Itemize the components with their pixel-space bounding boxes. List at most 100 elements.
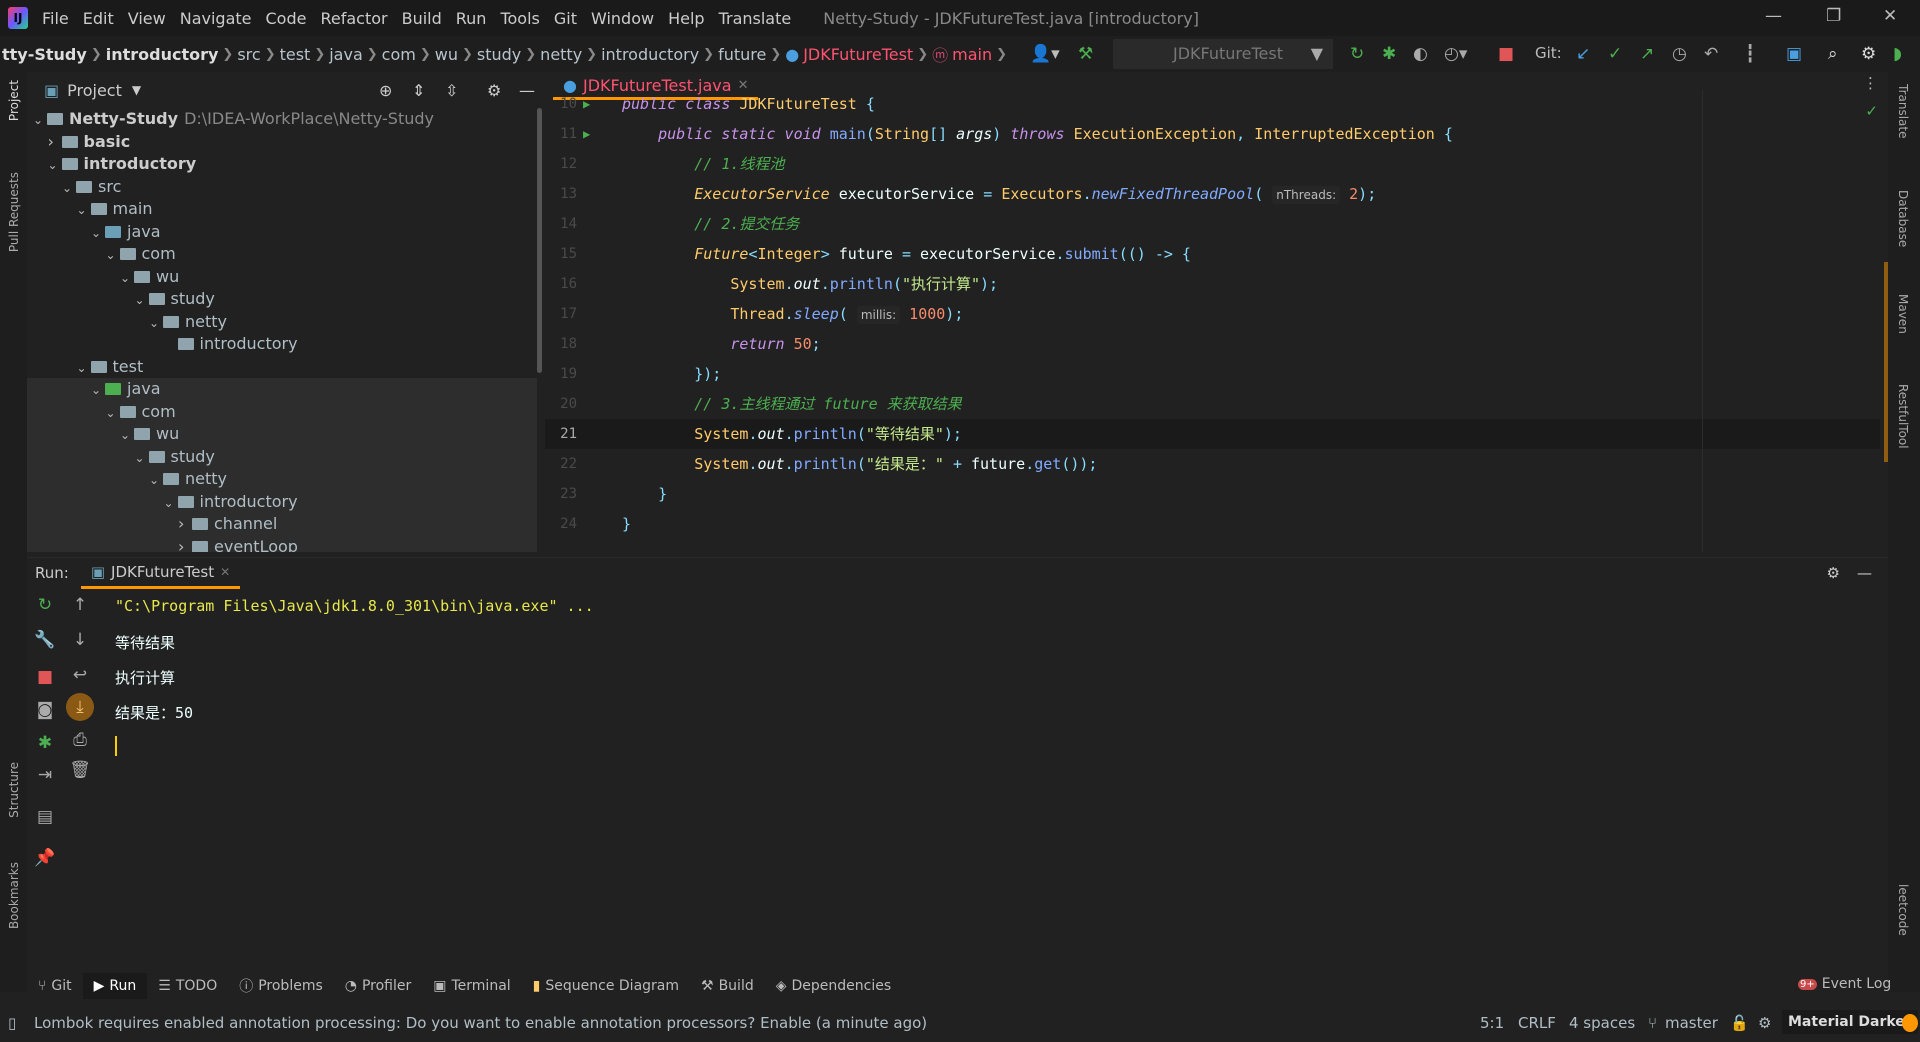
tree-item[interactable]: ⌄ Netty-Study D:\IDEA-WorkPlace\Netty-Stud… xyxy=(27,108,537,131)
restore-button[interactable]: ❐ xyxy=(1826,6,1841,26)
menu-code[interactable]: Code xyxy=(266,9,307,28)
chevron-right-icon[interactable]: › xyxy=(178,536,192,553)
project-tool-button[interactable]: Project xyxy=(7,80,21,121)
git-push-icon[interactable]: ↗ xyxy=(1640,44,1654,64)
expand-all-icon[interactable]: ⇕ xyxy=(412,81,425,100)
history-icon[interactable]: ◷ xyxy=(1672,44,1687,64)
pin-icon[interactable]: 📌 xyxy=(33,848,57,868)
chevron-down-icon[interactable]: ⌄ xyxy=(149,312,163,335)
maven-tool-button[interactable]: Maven xyxy=(1896,294,1910,334)
tree-item[interactable]: ⌄ com xyxy=(27,400,537,425)
code-line[interactable]: 13 ExecutorService executorService = Exe… xyxy=(545,179,1880,209)
tree-item[interactable]: ⌄ netty xyxy=(27,311,537,334)
menu-refactor[interactable]: Refactor xyxy=(320,9,387,28)
tool-tab-terminal[interactable]: ▣ Terminal xyxy=(422,973,521,999)
menu-file[interactable]: File xyxy=(42,9,69,28)
console-caret[interactable] xyxy=(115,736,117,756)
menu-translate[interactable]: Translate xyxy=(719,9,792,28)
caret-position[interactable]: 5:1 xyxy=(1480,1014,1504,1032)
breadcrumb-item[interactable]: introductory xyxy=(106,45,219,64)
chevron-right-icon[interactable]: › xyxy=(48,131,62,154)
menu-help[interactable]: Help xyxy=(668,9,704,28)
project-view-select[interactable]: Project xyxy=(67,81,122,100)
debug-icon[interactable]: ✱ xyxy=(1382,44,1396,64)
translate-tool-button[interactable]: Translate xyxy=(1896,84,1910,139)
tool-tab-sequence-diagram[interactable]: ▮ Sequence Diagram xyxy=(522,973,690,999)
code-line[interactable]: 24} xyxy=(545,509,1880,539)
code-line[interactable]: 16 System.out.println("执行计算"); xyxy=(545,269,1880,299)
code-line[interactable]: 18 return 50; xyxy=(545,329,1880,359)
code-line[interactable]: 12 // 1.线程池 xyxy=(545,149,1880,179)
chevron-down-icon[interactable]: ⌄ xyxy=(77,357,91,380)
code-line[interactable]: 23 } xyxy=(545,479,1880,509)
stop-icon[interactable]: ■ xyxy=(1498,44,1514,64)
chevron-right-icon[interactable]: › xyxy=(178,513,192,536)
code-line[interactable]: 14 // 2.提交任务 xyxy=(545,209,1880,239)
breadcrumb-item[interactable]: com xyxy=(382,45,416,64)
build-hammer-icon[interactable]: ⚒ xyxy=(1078,44,1093,64)
breadcrumb-item[interactable]: netty xyxy=(540,45,582,64)
breadcrumb-item[interactable]: src xyxy=(237,45,260,64)
tree-item[interactable]: › eventLoop xyxy=(27,535,537,553)
user-icon[interactable]: 👤▾ xyxy=(1030,44,1060,64)
code-line[interactable]: 22 System.out.println("结果是：" + future.ge… xyxy=(545,449,1880,479)
plugin-icon[interactable]: ◗ xyxy=(1893,44,1902,64)
coverage-icon[interactable]: ◐ xyxy=(1413,44,1428,64)
git-commit-icon[interactable]: ✓ xyxy=(1608,44,1622,64)
breadcrumb-item[interactable]: tty-Study xyxy=(2,45,87,64)
print-icon[interactable]: ⎙ xyxy=(68,730,92,750)
chevron-down-icon[interactable]: ⌄ xyxy=(48,154,62,177)
menu-view[interactable]: View xyxy=(128,9,166,28)
gear-icon[interactable]: ⚙ xyxy=(487,81,501,100)
tree-item[interactable]: › basic xyxy=(27,131,537,154)
chevron-down-icon[interactable]: ▼ xyxy=(132,83,141,97)
breadcrumb-item[interactable]: JDKFutureTest xyxy=(803,45,913,64)
code-line[interactable]: 15 Future<Integer> future = executorServ… xyxy=(545,239,1880,269)
breadcrumb-item[interactable]: introductory xyxy=(601,45,699,64)
minimize-button[interactable]: — xyxy=(1765,6,1782,26)
soft-wrap-icon[interactable]: ↩ xyxy=(68,665,92,685)
indent-setting[interactable]: 4 spaces xyxy=(1569,1014,1635,1032)
close-button[interactable]: ✕ xyxy=(1883,6,1897,26)
project-scrollbar[interactable] xyxy=(537,108,542,373)
chevron-down-icon[interactable]: ⌄ xyxy=(33,109,47,132)
up-arrow-icon[interactable]: ↑ xyxy=(68,595,92,615)
line-separator[interactable]: CRLF xyxy=(1518,1014,1556,1032)
menu-build[interactable]: Build xyxy=(402,9,442,28)
tree-item[interactable]: ⌄ wu xyxy=(27,266,537,289)
menu-navigate[interactable]: Navigate xyxy=(180,9,252,28)
rerun-icon[interactable]: ↻ xyxy=(1350,44,1364,64)
chevron-down-icon[interactable]: ⌄ xyxy=(164,492,178,515)
git-branch[interactable]: master xyxy=(1665,1014,1718,1032)
tree-item[interactable]: ⌄ test xyxy=(27,356,537,379)
breadcrumb-item[interactable]: future xyxy=(718,45,766,64)
git-update-icon[interactable]: ↙ xyxy=(1576,44,1590,64)
tree-item[interactable]: ⌄ java xyxy=(27,221,537,244)
breadcrumb-item[interactable]: study xyxy=(477,45,521,64)
code-line[interactable]: 20 // 3.主线程通过 future 来获取结果 xyxy=(545,389,1880,419)
code-line[interactable]: 11 ▶ public static void main(String[] arg… xyxy=(545,119,1880,149)
tree-item[interactable]: ⌄ wu xyxy=(27,423,537,446)
event-log-button[interactable]: 9+ Event Log xyxy=(1798,976,1891,992)
vcs-branch-icon[interactable]: ┇ xyxy=(1745,44,1755,64)
structure-tool-button[interactable]: Structure xyxy=(7,762,21,818)
camera-icon[interactable]: ◙ xyxy=(33,700,57,720)
chevron-down-icon[interactable]: ⌄ xyxy=(106,402,120,425)
notification-icon[interactable]: ▯ xyxy=(8,1014,16,1032)
profile-icon[interactable]: ◴▾ xyxy=(1444,44,1467,64)
wrench-icon[interactable]: 🔧 xyxy=(33,630,57,650)
code-line[interactable]: 17 Thread.sleep( millis: 1000); xyxy=(545,299,1880,329)
chevron-down-icon[interactable]: ⌄ xyxy=(91,379,105,402)
tool-tab-run[interactable]: ▶ Run xyxy=(82,973,148,999)
chevron-down-icon[interactable]: ⌄ xyxy=(77,199,91,222)
lock-icon[interactable]: 🔓 xyxy=(1730,1014,1749,1032)
exit-icon[interactable]: ⇥ xyxy=(33,765,57,785)
tree-item[interactable]: ⌄ study xyxy=(27,288,537,311)
menu-edit[interactable]: Edit xyxy=(83,9,114,28)
rollback-icon[interactable]: ↶ xyxy=(1704,44,1718,64)
code-line[interactable]: 10 ▶ public class JDKFutureTest { xyxy=(545,90,1880,119)
theme-name[interactable]: Material Darker xyxy=(1782,1010,1918,1034)
run-configuration-select[interactable]: JDKFutureTest ▼ xyxy=(1113,39,1333,69)
tree-item[interactable]: ⌄ java xyxy=(27,378,537,401)
database-tool-button[interactable]: Database xyxy=(1896,190,1910,247)
